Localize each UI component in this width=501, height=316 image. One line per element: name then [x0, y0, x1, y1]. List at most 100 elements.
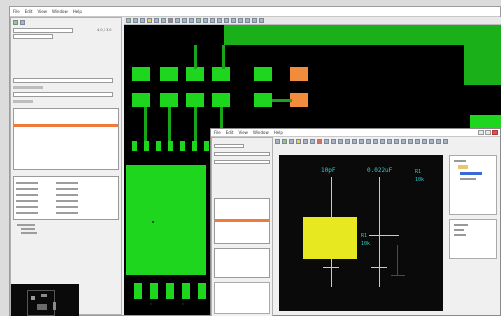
pad[interactable]	[160, 67, 178, 81]
tool-icon[interactable]	[380, 139, 385, 144]
schematic-canvas[interactable]: 10pF 0.022uF R1 10k R1 10k	[279, 155, 443, 311]
tool-icon[interactable]	[245, 18, 250, 23]
tool-icon[interactable]	[224, 18, 229, 23]
view-icon[interactable]	[20, 20, 25, 25]
ic-pin[interactable]	[182, 283, 190, 299]
tool-icon[interactable]	[289, 139, 294, 144]
tool-icon[interactable]	[140, 18, 145, 23]
side-tree[interactable]	[214, 282, 270, 314]
tool-icon[interactable]	[436, 139, 441, 144]
tool-icon[interactable]	[331, 139, 336, 144]
tool-icon[interactable]	[338, 139, 343, 144]
list-item[interactable]	[14, 129, 118, 133]
tool-icon[interactable]	[317, 139, 322, 144]
tool-icon[interactable]	[310, 139, 315, 144]
list-item[interactable]	[14, 139, 118, 143]
menu-edit[interactable]: Edit	[226, 130, 234, 135]
filter-input[interactable]	[13, 78, 113, 83]
list-item-selected[interactable]	[215, 219, 269, 222]
tool-icon[interactable]	[282, 139, 287, 144]
tool-icon[interactable]	[408, 139, 413, 144]
pad[interactable]	[132, 93, 150, 107]
tool-icon[interactable]	[429, 139, 434, 144]
pad[interactable]	[132, 67, 150, 81]
pad[interactable]	[160, 93, 178, 107]
ic-pin[interactable]	[166, 283, 174, 299]
tool-icon[interactable]	[373, 139, 378, 144]
tool-icon[interactable]	[217, 18, 222, 23]
ic-pin[interactable]	[192, 141, 197, 151]
side-props[interactable]	[214, 248, 270, 278]
ic-pin[interactable]	[150, 283, 158, 299]
board-thumbnail[interactable]	[11, 284, 79, 316]
ic-pin[interactable]	[156, 141, 161, 151]
tool-icon[interactable]	[359, 139, 364, 144]
close-button[interactable]	[492, 130, 498, 135]
maximize-button[interactable]	[485, 130, 491, 135]
tool-icon[interactable]	[345, 139, 350, 144]
ic-pin[interactable]	[144, 141, 149, 151]
tool-icon[interactable]	[168, 18, 173, 23]
schematic-note[interactable]	[303, 217, 357, 259]
tool-icon[interactable]	[231, 18, 236, 23]
pad[interactable]	[254, 93, 272, 107]
tool-icon[interactable]	[352, 139, 357, 144]
menu-view[interactable]: View	[37, 9, 47, 14]
tool-icon[interactable]	[303, 139, 308, 144]
ic-pin[interactable]	[204, 141, 209, 151]
tool-icon[interactable]	[133, 18, 138, 23]
tool-icon[interactable]	[275, 139, 280, 144]
hierarchy-tree[interactable]	[449, 155, 497, 215]
selected-pad[interactable]	[290, 67, 308, 81]
selected-pad[interactable]	[290, 93, 308, 107]
tool-icon[interactable]	[366, 139, 371, 144]
tool-icon[interactable]	[196, 18, 201, 23]
tool-icon[interactable]	[203, 18, 208, 23]
side-field[interactable]	[214, 144, 244, 148]
layer-tree[interactable]	[13, 222, 119, 282]
list-item[interactable]	[14, 154, 118, 158]
list-item[interactable]	[14, 149, 118, 153]
tool-icon[interactable]	[238, 18, 243, 23]
list-item[interactable]	[14, 134, 118, 138]
tool-icon[interactable]	[161, 18, 166, 23]
menu-window[interactable]: Window	[52, 9, 68, 14]
tool-icon[interactable]	[210, 18, 215, 23]
ic-pin[interactable]	[132, 141, 137, 151]
list-item-selected[interactable]	[14, 124, 118, 127]
layer-icon[interactable]	[13, 20, 18, 25]
tool-icon[interactable]	[147, 18, 152, 23]
tool-icon[interactable]	[394, 139, 399, 144]
side-field[interactable]	[214, 152, 270, 156]
properties-grid[interactable]	[13, 176, 119, 220]
pad[interactable]	[254, 67, 272, 81]
tool-icon[interactable]	[182, 18, 187, 23]
side-list[interactable]	[214, 198, 270, 244]
pad[interactable]	[186, 93, 204, 107]
tool-icon[interactable]	[443, 139, 448, 144]
exposed-pad[interactable]	[126, 165, 206, 275]
tool-icon[interactable]	[175, 18, 180, 23]
pad[interactable]	[212, 67, 230, 81]
menu-view[interactable]: View	[238, 130, 248, 135]
menu-help[interactable]: Help	[73, 9, 82, 14]
tool-icon[interactable]	[324, 139, 329, 144]
side-field[interactable]	[214, 160, 270, 164]
tool-icon[interactable]	[296, 139, 301, 144]
layer-tree[interactable]	[449, 219, 497, 259]
ic-pin[interactable]	[180, 141, 185, 151]
pad[interactable]	[186, 67, 204, 81]
tool-icon[interactable]	[415, 139, 420, 144]
tool-icon[interactable]	[189, 18, 194, 23]
minimize-button[interactable]	[478, 130, 484, 135]
header-combo[interactable]	[13, 34, 53, 39]
ic-pin[interactable]	[198, 283, 206, 299]
pad[interactable]	[212, 93, 230, 107]
menu-window[interactable]: Window	[253, 130, 269, 135]
tool-icon[interactable]	[126, 18, 131, 23]
menu-file[interactable]: File	[13, 9, 20, 14]
tool-icon[interactable]	[252, 18, 257, 23]
menu-help[interactable]: Help	[274, 130, 283, 135]
tool-icon[interactable]	[401, 139, 406, 144]
ic-pin[interactable]	[168, 141, 173, 151]
